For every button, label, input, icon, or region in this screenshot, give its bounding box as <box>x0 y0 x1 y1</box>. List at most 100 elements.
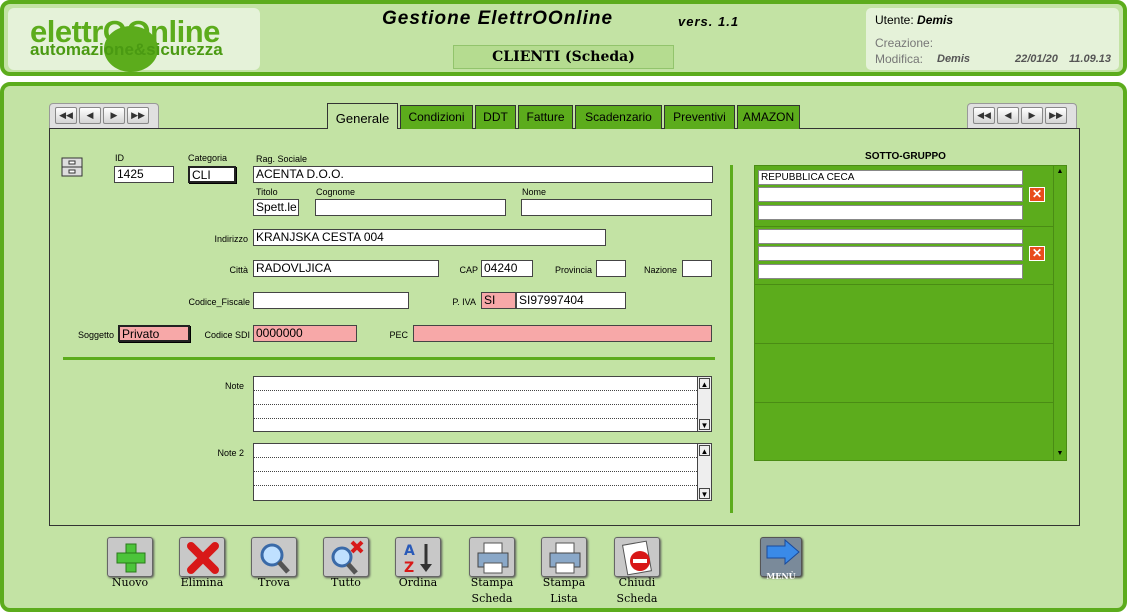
column-divider <box>730 165 733 513</box>
tab-condizioni[interactable]: Condizioni <box>400 105 473 129</box>
cognome-field[interactable] <box>315 199 506 216</box>
scroll-up-icon[interactable]: ▲ <box>699 378 710 389</box>
chiudi-scheda-label-1: Chiudi <box>618 576 656 589</box>
sottogruppo-row2-field3[interactable] <box>758 264 1023 279</box>
creazione-label: Creazione: <box>875 36 934 50</box>
tab-fatture[interactable]: Fatture <box>518 105 573 129</box>
scroll-down-icon[interactable]: ▼ <box>1055 449 1065 459</box>
tutto-button[interactable] <box>323 537 369 577</box>
last-record-button[interactable]: ▶▶ <box>1045 107 1067 124</box>
record-nav-left: ◀◀ ◀ ▶ ▶▶ <box>49 103 159 129</box>
categoria-label: Categoria <box>188 153 228 163</box>
chiudi-scheda-label: Chiudi Scheda <box>606 575 668 607</box>
delete-row-icon[interactable]: ✕ <box>1029 187 1045 202</box>
note-textarea[interactable]: ▲ ▼ <box>253 376 712 432</box>
delete-row-icon[interactable]: ✕ <box>1029 246 1045 261</box>
tab-generale[interactable]: Generale <box>327 103 398 129</box>
next-record-button[interactable]: ▶ <box>1021 107 1043 124</box>
ordina-label: Ordina <box>398 576 438 589</box>
plus-icon <box>116 543 146 573</box>
cf-field[interactable] <box>253 292 409 309</box>
piva-label: P. IVA <box>452 297 476 307</box>
stampa-lista-label-2: Lista <box>550 592 578 605</box>
tutto-label: Tutto <box>331 576 361 589</box>
rag-sociale-field[interactable]: ACENTA D.O.O. <box>253 166 713 183</box>
tab-amazon[interactable]: AMAZON <box>737 105 800 129</box>
sottogruppo-title: SOTTO-GRUPPO <box>865 151 946 162</box>
stampa-scheda-button[interactable] <box>469 537 515 577</box>
utente-row: Utente: Demis <box>875 13 953 27</box>
tab-ddt[interactable]: DDT <box>475 105 516 129</box>
nazione-field[interactable] <box>682 260 712 277</box>
clear-search-icon <box>331 540 364 575</box>
menu-button[interactable]: MENÙ <box>760 537 802 581</box>
rag-sociale-label: Rag. Sociale <box>256 154 308 164</box>
stampa-scheda-label-1: Stampa <box>470 576 514 589</box>
soggetto-select[interactable]: Privato <box>118 325 190 342</box>
indirizzo-label: Indirizzo <box>214 234 248 244</box>
note-scrollbar[interactable]: ▲ ▼ <box>697 377 711 431</box>
indirizzo-field[interactable]: KRANJSKA CESTA 004 <box>253 229 606 246</box>
magnifier-icon <box>260 543 290 574</box>
sottogruppo-row2-field2[interactable] <box>758 246 1023 261</box>
logo: elettrOOnline automazione&sicurezza <box>8 8 260 72</box>
nuovo-label: Nuovo <box>111 576 149 589</box>
tab-scadenzario[interactable]: Scadenzario <box>575 105 662 129</box>
note2-scrollbar[interactable]: ▲ ▼ <box>697 444 711 500</box>
chiudi-scheda-label-2: Scheda <box>616 592 658 605</box>
printer-icon <box>549 542 581 574</box>
note2-textarea[interactable]: ▲ ▼ <box>253 443 712 501</box>
first-record-button[interactable]: ◀◀ <box>973 107 995 124</box>
sdi-label: Codice SDI <box>204 330 250 340</box>
id-field[interactable]: 1425 <box>114 166 174 183</box>
titolo-field[interactable]: Spett.le <box>253 199 299 216</box>
trova-button[interactable] <box>251 537 297 577</box>
sottogruppo-row1-field[interactable]: REPUBBLICA CECA <box>758 170 1023 185</box>
citta-field[interactable]: RADOVLJICA <box>253 260 439 277</box>
scroll-down-icon[interactable]: ▼ <box>699 419 710 430</box>
next-record-button[interactable]: ▶ <box>103 107 125 124</box>
sottogruppo-scrollbar[interactable]: ▲ ▼ <box>1053 166 1066 460</box>
modifica-date: 22/01/20 <box>1015 53 1058 65</box>
chiudi-scheda-button[interactable] <box>614 537 660 577</box>
sdi-field[interactable]: 0000000 <box>253 325 357 342</box>
stampa-scheda-label-2: Scheda <box>471 592 513 605</box>
svg-text:Z: Z <box>404 560 414 576</box>
piva-field[interactable]: SI97997404 <box>516 292 626 309</box>
sottogruppo-separator <box>755 402 1054 403</box>
tab-preventivi[interactable]: Preventivi <box>664 105 735 129</box>
app-title: Gestione ElettrOOnline <box>382 8 614 29</box>
cognome-label: Cognome <box>316 187 356 197</box>
section-divider <box>63 357 715 360</box>
sottogruppo-row1-field3[interactable] <box>758 205 1023 220</box>
trova-label: Trova <box>258 576 290 589</box>
sottogruppo-row2-field[interactable] <box>758 229 1023 244</box>
prev-record-button[interactable]: ◀ <box>997 107 1019 124</box>
sottogruppo-separator <box>755 226 1054 227</box>
scroll-up-icon[interactable]: ▲ <box>699 445 710 456</box>
scroll-up-icon[interactable]: ▲ <box>1055 167 1065 177</box>
citta-label: Città <box>229 265 248 275</box>
stampa-lista-button[interactable] <box>541 537 587 577</box>
sottogruppo-row1-field2[interactable] <box>758 187 1023 202</box>
delete-icon <box>187 542 219 574</box>
last-record-button[interactable]: ▶▶ <box>127 107 149 124</box>
piva-country-field[interactable]: SI <box>481 292 516 309</box>
pec-field[interactable] <box>413 325 712 342</box>
nome-field[interactable] <box>521 199 712 216</box>
pec-label: PEC <box>389 330 408 340</box>
nuovo-button[interactable] <box>107 537 153 577</box>
stampa-lista-label: Stampa Lista <box>533 575 595 607</box>
scroll-down-icon[interactable]: ▼ <box>699 488 710 499</box>
cap-field[interactable]: 04240 <box>481 260 533 277</box>
soggetto-label: Soggetto <box>77 330 114 340</box>
prev-record-button[interactable]: ◀ <box>79 107 101 124</box>
provincia-label: Provincia <box>554 265 592 275</box>
categoria-select[interactable]: CLI <box>188 166 236 183</box>
ordina-button[interactable]: AZ <box>395 537 441 577</box>
provincia-field[interactable] <box>596 260 626 277</box>
nome-label: Nome <box>522 187 547 197</box>
elimina-button[interactable] <box>179 537 225 577</box>
first-record-button[interactable]: ◀◀ <box>55 107 77 124</box>
printer-icon <box>477 542 509 574</box>
